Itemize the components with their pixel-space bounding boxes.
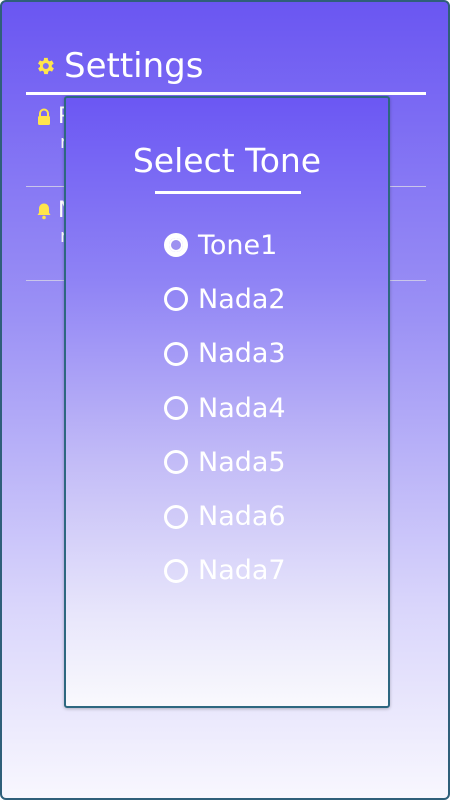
settings-header: Settings (26, 40, 426, 95)
bell-icon (36, 202, 52, 220)
tone-option-label: Nada4 (198, 392, 286, 424)
title-underline (155, 191, 301, 194)
tone-option-nada3[interactable]: Nada3 (164, 327, 374, 381)
radio-button[interactable] (164, 558, 188, 583)
tone-option-nada7[interactable]: Nada7 (164, 544, 374, 598)
tone-option-nada5[interactable]: Nada5 (164, 435, 374, 489)
tone-option-label: Nada7 (198, 555, 286, 587)
tone-option-label: Nada6 (198, 501, 286, 533)
dialog-title: Select Tone (132, 141, 322, 180)
tone-option-label: Nada2 (198, 283, 286, 315)
tone-options-list: Tone1 Nada2 Nada3 Nada4 Nada5 Nada6 Nada… (164, 218, 374, 598)
tone-option-label: Nada3 (198, 338, 286, 370)
settings-screen: Settings P n N n Select Tone Tone1 (0, 0, 450, 800)
radio-button-checked[interactable] (164, 233, 188, 258)
radio-button[interactable] (164, 504, 188, 529)
radio-button[interactable] (164, 396, 188, 421)
lock-icon (36, 108, 52, 126)
tone-option-nada6[interactable]: Nada6 (164, 489, 374, 543)
page-title: Settings (64, 46, 204, 86)
tone-option-nada4[interactable]: Nada4 (164, 381, 374, 435)
select-tone-dialog: Select Tone Tone1 Nada2 Nada3 Nada4 Nada… (64, 96, 390, 708)
gear-icon (34, 55, 56, 77)
radio-button[interactable] (164, 341, 188, 366)
tone-option-label: Nada5 (198, 446, 286, 478)
tone-option-label: Tone1 (198, 229, 278, 261)
radio-button[interactable] (164, 450, 188, 475)
radio-button[interactable] (164, 287, 188, 312)
tone-option-nada2[interactable]: Nada2 (164, 272, 374, 326)
tone-option-tone1[interactable]: Tone1 (164, 218, 374, 272)
